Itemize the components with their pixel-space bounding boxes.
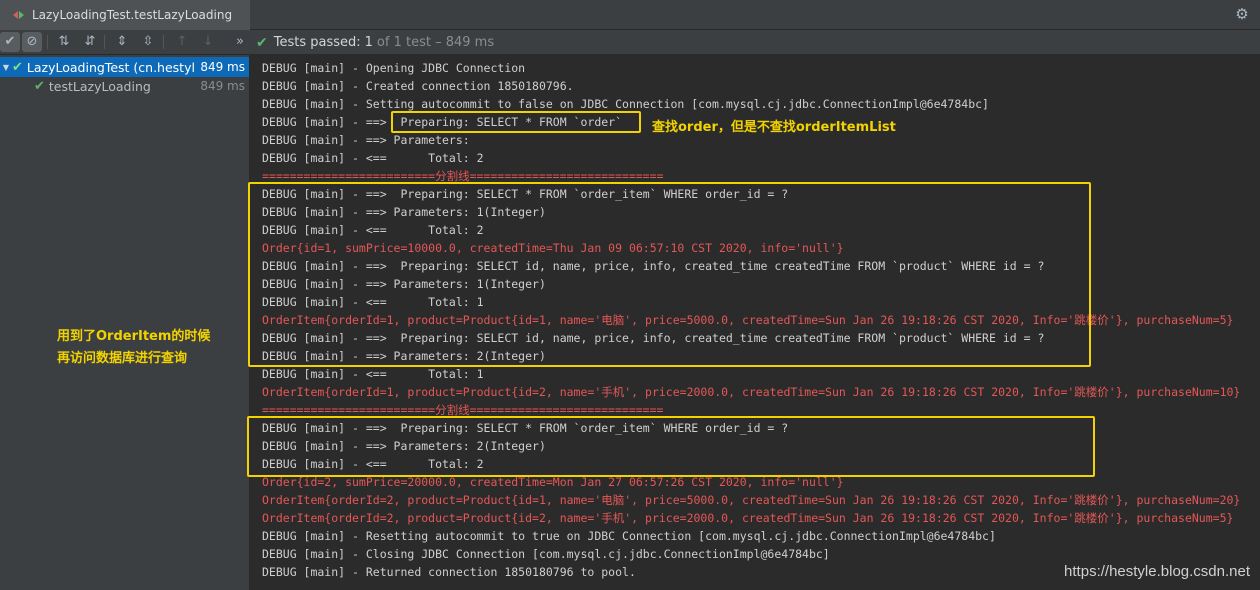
tree-item-duration: 849 ms: [200, 79, 245, 93]
collapse-all-icon[interactable]: ⇳: [138, 32, 158, 52]
status-suffix: of 1 test – 849 ms: [376, 35, 495, 50]
console-line: OrderItem{orderId=2, product=Product{id=…: [262, 493, 1241, 507]
run-tab[interactable]: LazyLoadingTest.testLazyLoading: [0, 0, 250, 30]
expand-all-icon[interactable]: ⇕: [112, 32, 132, 52]
console-line: DEBUG [main] - <== Total: 1: [262, 367, 484, 381]
console-line: OrderItem{orderId=1, product=Product{id=…: [262, 385, 1241, 399]
annotation-box-lazy-order2: [247, 416, 1095, 477]
console-line: DEBUG [main] - Closing JDBC Connection […: [262, 547, 830, 561]
run-tab-title: LazyLoadingTest.testLazyLoading: [32, 8, 233, 22]
toolbar-divider: [47, 35, 48, 49]
prev-failed-icon[interactable]: ↑: [172, 32, 192, 52]
tree-item-duration: 849 ms: [200, 60, 245, 74]
console-line: DEBUG [main] - Opening JDBC Connection: [262, 61, 526, 75]
toolbar-divider: [163, 35, 164, 49]
annotation-box-lazy-order1: [248, 182, 1091, 367]
more-icon[interactable]: »: [230, 32, 250, 52]
console-line: DEBUG [main] - Created connection 185018…: [262, 79, 574, 93]
annotation-order-note: 查找order，但是不查找orderItemList: [652, 120, 896, 135]
show-passed-icon[interactable]: ✔: [0, 32, 20, 52]
status-prefix: Tests passed:: [273, 35, 361, 50]
watermark: https://hestyle.blog.csdn.net: [1064, 563, 1250, 580]
chevron-down-icon[interactable]: ▼: [0, 63, 12, 72]
tree-item-label: LazyLoadingTest (cn.hestyl: [26, 59, 195, 75]
console-line: DEBUG [main] - <== Total: 2: [262, 151, 484, 165]
status-count: 1: [364, 35, 373, 50]
console-line: DEBUG [main] - Resetting autocommit to t…: [262, 529, 996, 543]
tree-item-test-method[interactable]: ✔ testLazyLoading 849 ms: [0, 76, 249, 96]
test-tree: ▼ ✔ LazyLoadingTest (cn.hestyl 849 ms ✔ …: [0, 55, 250, 590]
sort-alpha-icon[interactable]: ⇅: [54, 32, 74, 52]
next-failed-icon[interactable]: ↓: [198, 32, 218, 52]
annotation-lazy-note-line2: 再访问数据库进行查询: [57, 351, 188, 366]
gear-icon[interactable]: ⚙: [1234, 6, 1250, 22]
annotation-box-order-query: [391, 111, 641, 133]
test-runner-toolbar: ✔ ⊘ ⇅ ⇵ ⇕ ⇳ ↑ ↓ » ✔ Tests passed: 1 of 1…: [0, 30, 1260, 55]
annotation-lazy-note-line1: 用到了OrderItem的时候: [57, 329, 211, 344]
run-tab-bar: LazyLoadingTest.testLazyLoading ⚙: [0, 0, 1260, 30]
sort-duration-icon[interactable]: ⇵: [80, 32, 100, 52]
console-line: OrderItem{orderId=2, product=Product{id=…: [262, 511, 1234, 525]
tree-item-label: testLazyLoading: [48, 78, 151, 94]
tree-item-test-class[interactable]: ▼ ✔ LazyLoadingTest (cn.hestyl 849 ms: [0, 57, 249, 77]
toolbar-divider: [104, 35, 105, 49]
annotation-lazy-note: 用到了OrderItem的时候 再访问数据库进行查询: [57, 326, 210, 370]
show-ignored-icon[interactable]: ⊘: [22, 32, 42, 52]
passed-check-icon: ✔: [256, 34, 268, 51]
run-config-icon: [12, 8, 26, 22]
test-status: ✔ Tests passed: 1 of 1 test – 849 ms: [256, 30, 494, 55]
passed-check-icon: ✔: [12, 59, 23, 75]
passed-check-icon: ✔: [34, 78, 45, 94]
